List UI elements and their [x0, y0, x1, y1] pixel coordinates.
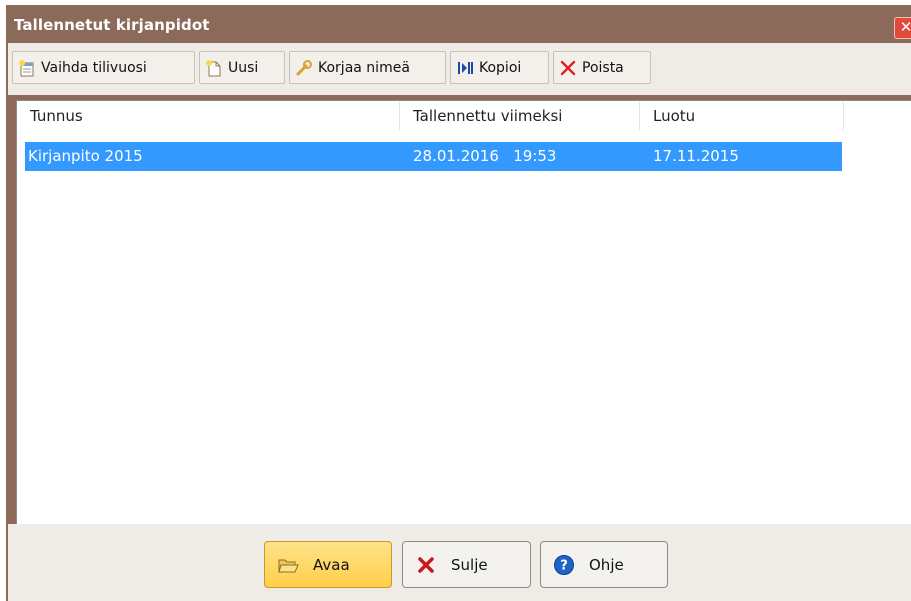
title-bar[interactable]: Tallennetut kirjanpidot ✕: [6, 5, 911, 43]
svg-text:?: ?: [560, 558, 568, 573]
change-fiscal-year-label: Vaihda tilivuosi: [41, 59, 147, 76]
column-header-tunnus[interactable]: Tunnus: [17, 101, 400, 131]
help-icon: ?: [553, 554, 575, 576]
new-label: Uusi: [228, 59, 259, 76]
column-header-filler: [844, 101, 910, 131]
rename-label: Korjaa nimeä: [318, 59, 410, 76]
copy-icon: [456, 59, 474, 77]
help-label: Ohje: [589, 555, 624, 574]
calendar-new-icon: [18, 59, 36, 77]
new-document-icon: [205, 59, 223, 77]
close-window-button[interactable]: ✕: [894, 17, 911, 39]
delete-label: Poista: [582, 59, 624, 76]
wrench-icon: [295, 59, 313, 77]
column-header-tallennettu[interactable]: Tallennettu viimeksi: [400, 101, 640, 131]
cell-tallennettu: 28.01.2016 19:53: [413, 147, 557, 165]
delete-icon: [559, 59, 577, 77]
copy-button[interactable]: Kopioi: [450, 51, 549, 84]
help-button[interactable]: ? Ohje: [540, 541, 668, 588]
cell-luotu: 17.11.2015: [653, 147, 739, 165]
toolbar: Vaihda tilivuosi Uusi Korjaa nimeä Kopio…: [8, 43, 911, 95]
close-button[interactable]: Sulje: [402, 541, 531, 588]
open-label: Avaa: [313, 555, 350, 574]
cell-tunnus: Kirjanpito 2015: [28, 147, 143, 165]
button-bar: Avaa Sulje ? Ohje: [8, 524, 911, 601]
close-x-icon: [415, 554, 437, 576]
copy-label: Kopioi: [479, 59, 522, 76]
open-button[interactable]: Avaa: [264, 541, 392, 588]
ledger-list[interactable]: Tunnus Tallennettu viimeksi Luotu Kirjan…: [16, 100, 911, 524]
rename-button[interactable]: Korjaa nimeä: [289, 51, 446, 84]
new-button[interactable]: Uusi: [199, 51, 285, 84]
close-icon: ✕: [899, 18, 911, 36]
dialog-title: Tallennetut kirjanpidot: [14, 16, 210, 34]
change-fiscal-year-button[interactable]: Vaihda tilivuosi: [12, 51, 195, 84]
close-label: Sulje: [451, 555, 488, 574]
column-header-luotu[interactable]: Luotu: [640, 101, 844, 131]
delete-button[interactable]: Poista: [553, 51, 651, 84]
open-folder-icon: [277, 554, 299, 576]
saved-ledgers-dialog: Tallennetut kirjanpidot ✕ Vaihda tilivuo…: [6, 5, 911, 601]
